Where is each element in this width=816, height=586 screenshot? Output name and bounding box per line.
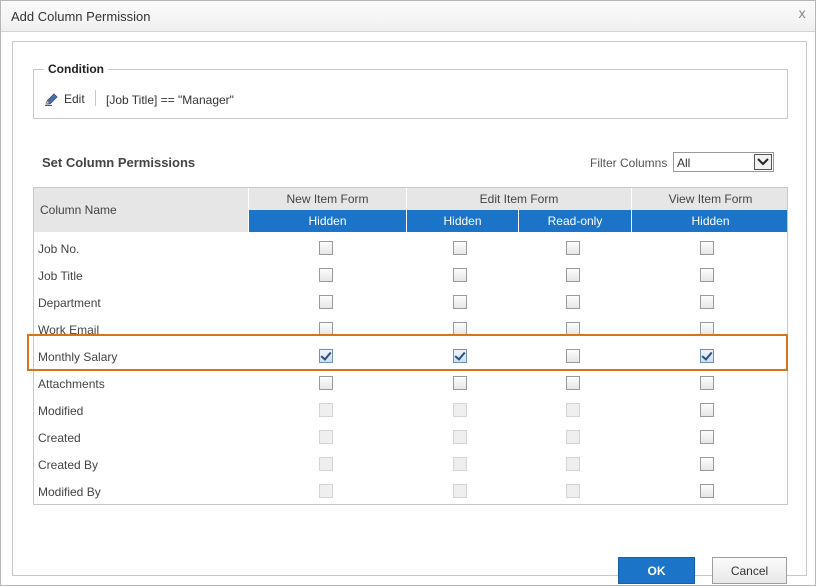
new-hidden-checkbox (319, 403, 333, 417)
condition-legend: Condition (44, 62, 108, 76)
column-name-cell: Work Email (38, 323, 100, 337)
edit-condition-link[interactable]: Edit (44, 92, 85, 106)
chevron-down-icon[interactable] (754, 154, 772, 170)
edit-readonly-checkbox[interactable] (566, 295, 580, 309)
table-row: Created (34, 424, 787, 451)
table-row: Monthly Salary (34, 343, 787, 370)
new-hidden-checkbox (319, 484, 333, 498)
edit-hidden-checkbox[interactable] (453, 349, 467, 363)
view-hidden-checkbox[interactable] (700, 241, 714, 255)
edit-readonly-checkbox[interactable] (566, 376, 580, 390)
new-hidden-checkbox[interactable] (319, 322, 333, 336)
new-hidden-checkbox (319, 430, 333, 444)
column-name-cell: Created By (38, 458, 99, 472)
view-hidden-checkbox[interactable] (700, 403, 714, 417)
view-hidden-checkbox[interactable] (700, 349, 714, 363)
edit-hidden-header: Hidden (406, 210, 518, 232)
column-name-header: Column Name (34, 188, 248, 232)
edit-readonly-checkbox (566, 430, 580, 444)
edit-label: Edit (64, 92, 85, 106)
dialog-titlebar: Add Column Permission x (1, 1, 815, 32)
edit-readonly-checkbox[interactable] (566, 349, 580, 363)
condition-group: Condition Edit [Job Title] == "Manager" (33, 62, 788, 119)
new-hidden-checkbox[interactable] (319, 376, 333, 390)
table-row: Job Title (34, 262, 787, 289)
new-hidden-checkbox[interactable] (319, 349, 333, 363)
column-name-cell: Modified (38, 404, 84, 418)
condition-expression: [Job Title] == "Manager" (106, 93, 234, 107)
table-row: Department (34, 289, 787, 316)
column-name-cell: Job No. (38, 242, 80, 256)
edit-item-form-header: Edit Item Form (406, 188, 631, 210)
column-name-cell: Department (38, 296, 101, 310)
view-hidden-checkbox[interactable] (700, 268, 714, 282)
filter-columns-select[interactable]: All (673, 152, 774, 172)
new-item-form-header: New Item Form (248, 188, 406, 210)
edit-hidden-checkbox[interactable] (453, 268, 467, 282)
section-title: Set Column Permissions (42, 155, 196, 170)
view-hidden-checkbox[interactable] (700, 322, 714, 336)
permissions-grid: Column Name New Item Form Edit Item Form… (33, 187, 788, 505)
edit-hidden-checkbox[interactable] (453, 322, 467, 336)
table-row: Modified By (34, 478, 787, 504)
condition-divider (95, 90, 96, 106)
view-hidden-checkbox[interactable] (700, 430, 714, 444)
edit-hidden-checkbox (453, 403, 467, 417)
edit-hidden-checkbox (453, 430, 467, 444)
table-row: Job No. (34, 235, 787, 262)
new-hidden-header: Hidden (248, 210, 406, 232)
new-hidden-checkbox (319, 457, 333, 471)
close-icon[interactable]: x (798, 7, 806, 22)
filter-selected-value: All (677, 156, 691, 170)
new-hidden-checkbox[interactable] (319, 241, 333, 255)
new-hidden-checkbox[interactable] (319, 295, 333, 309)
edit-hidden-checkbox[interactable] (453, 241, 467, 255)
edit-readonly-checkbox (566, 484, 580, 498)
table-row: Modified (34, 397, 787, 424)
column-name-cell: Modified By (38, 485, 101, 499)
edit-hidden-checkbox[interactable] (453, 295, 467, 309)
column-name-cell: Job Title (38, 269, 83, 283)
table-row: Work Email (34, 316, 787, 343)
new-hidden-checkbox[interactable] (319, 268, 333, 282)
column-name-cell: Monthly Salary (38, 350, 118, 364)
edit-readonly-header: Read-only (518, 210, 631, 232)
view-hidden-checkbox[interactable] (700, 295, 714, 309)
column-name-cell: Attachments (38, 377, 105, 391)
view-hidden-header: Hidden (631, 210, 787, 232)
edit-readonly-checkbox[interactable] (566, 241, 580, 255)
add-column-permission-dialog: Add Column Permission x Condition Edit [… (0, 0, 816, 586)
filter-columns-label: Filter Columns (590, 156, 668, 170)
pencil-icon (45, 93, 58, 106)
edit-readonly-checkbox[interactable] (566, 322, 580, 336)
view-hidden-checkbox[interactable] (700, 484, 714, 498)
view-hidden-checkbox[interactable] (700, 457, 714, 471)
edit-hidden-checkbox (453, 484, 467, 498)
view-hidden-checkbox[interactable] (700, 376, 714, 390)
edit-hidden-checkbox[interactable] (453, 376, 467, 390)
view-item-form-header: View Item Form (631, 188, 787, 210)
edit-readonly-checkbox (566, 403, 580, 417)
cancel-button[interactable]: Cancel (712, 557, 787, 584)
edit-readonly-checkbox (566, 457, 580, 471)
edit-readonly-checkbox[interactable] (566, 268, 580, 282)
ok-button[interactable]: OK (618, 557, 695, 584)
table-row: Attachments (34, 370, 787, 397)
dialog-title: Add Column Permission (11, 9, 151, 24)
column-name-cell: Created (38, 431, 81, 445)
dialog-content: Condition Edit [Job Title] == "Manager" … (12, 41, 807, 584)
edit-hidden-checkbox (453, 457, 467, 471)
table-row: Created By (34, 451, 787, 478)
